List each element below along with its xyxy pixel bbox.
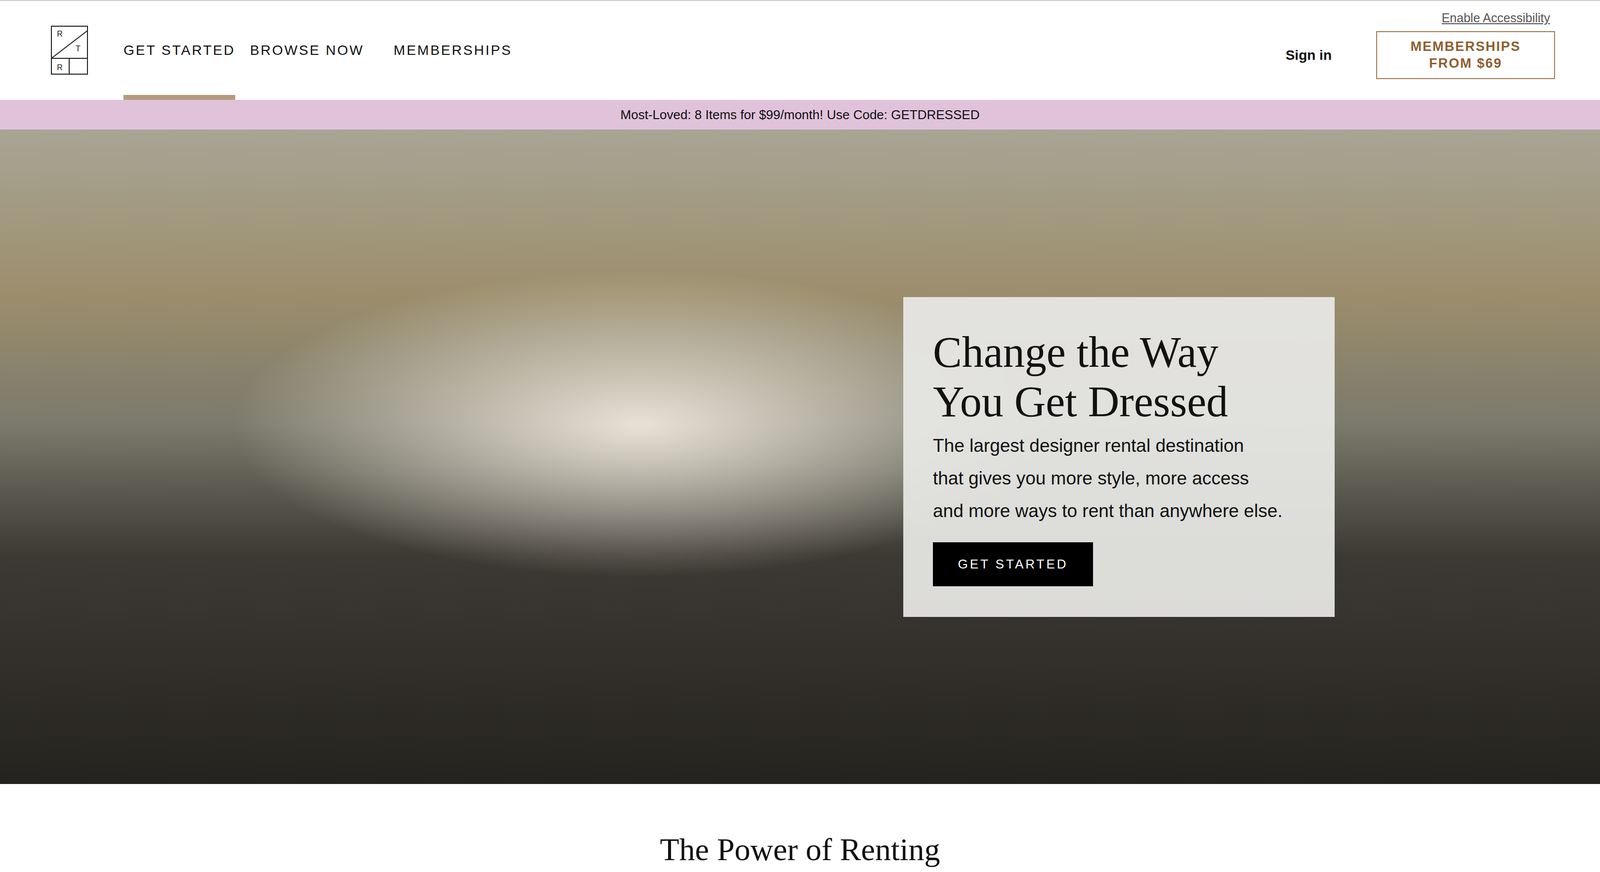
hero-body: The largest designer rental destinationt… xyxy=(932,429,1283,528)
svg-text:R: R xyxy=(56,63,63,72)
hero-heading: Change the WayYou Get Dressed xyxy=(932,327,1228,427)
get-started-button[interactable]: GET STARTED xyxy=(932,542,1094,587)
header: R T R GET STARTEDBROWSE NOW MEMBERSHIPS Ena… xyxy=(0,0,1600,100)
hero-heading-line: Change the Way xyxy=(932,327,1228,378)
hero-body-line: that gives you more style, more access xyxy=(932,462,1283,495)
hero-card: Change the WayYou Get Dressed The larges… xyxy=(903,296,1335,617)
hero-heading-line: You Get Dressed xyxy=(932,377,1228,427)
hero-photo: Change the WayYou Get Dressed The larges… xyxy=(0,129,1600,784)
hero-body-line: The largest designer rental destination xyxy=(932,429,1283,463)
main-nav: GET STARTEDBROWSE NOW MEMBERSHIPS xyxy=(123,0,513,100)
logo-icon[interactable]: R T R xyxy=(50,25,88,75)
memberships-button[interactable]: MEMBERSHIPSFROM $69 xyxy=(1376,31,1556,80)
nav-item[interactable]: GET STARTED xyxy=(123,0,236,100)
memberships-button-line: FROM $69 xyxy=(1429,55,1503,73)
header-left: R T R GET STARTEDBROWSE NOW MEMBERSHIPS xyxy=(50,0,513,100)
memberships-button-line: MEMBERSHIPS xyxy=(1410,38,1521,56)
svg-text:T: T xyxy=(75,44,81,53)
svg-text:R: R xyxy=(56,29,63,39)
accessibility-link[interactable]: Enable Accessibility xyxy=(1441,10,1551,26)
header-right: Enable Accessibility Sign in MEMBERSHIPS… xyxy=(1285,0,1556,100)
nav-item[interactable]: MEMBERSHIPS xyxy=(393,0,513,100)
power-section: The Power of Renting xyxy=(0,783,1600,868)
promo-bar: Most-Loved: 8 Items for $99/month! Use C… xyxy=(0,99,1600,130)
section-heading: The Power of Renting xyxy=(660,831,941,868)
nav-item[interactable]: BROWSE NOW xyxy=(250,0,365,100)
sign-in-link[interactable]: Sign in xyxy=(1285,47,1332,64)
promo-text: Most-Loved: 8 Items for $99/month! Use C… xyxy=(620,107,980,123)
account-actions: Sign in MEMBERSHIPSFROM $69 xyxy=(1285,31,1556,80)
page: RTR GET STARTEDBROWSE NOWMEMBERSHIPS Ena… xyxy=(0,0,1600,872)
hero-body-line: and more ways to rent than anywhere else… xyxy=(932,494,1283,528)
